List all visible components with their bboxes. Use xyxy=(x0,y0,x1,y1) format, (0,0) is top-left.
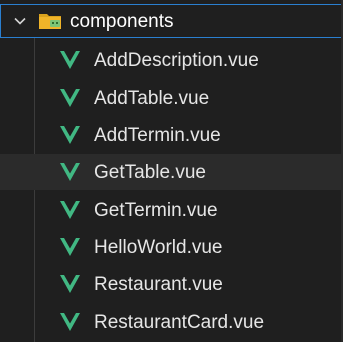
file-label: GetTermin.vue xyxy=(94,199,218,221)
vue-icon xyxy=(60,201,80,219)
vue-icon xyxy=(60,126,80,144)
file-label: RestaurantCard.vue xyxy=(94,311,265,333)
file-item-gettermin[interactable]: GetTermin.vue xyxy=(0,192,343,228)
file-label: GetTable.vue xyxy=(94,161,206,183)
file-item-helloworld[interactable]: HelloWorld.vue xyxy=(0,229,343,265)
file-label: HelloWorld.vue xyxy=(94,236,223,258)
file-item-restaurant[interactable]: Restaurant.vue xyxy=(0,266,343,302)
file-item-gettable[interactable]: GetTable.vue xyxy=(0,154,343,190)
folder-label: components xyxy=(70,10,174,32)
vue-icon xyxy=(60,51,80,69)
vue-icon xyxy=(60,313,80,331)
file-explorer: components AddDescription.vue AddTable.v… xyxy=(0,0,343,342)
file-label: Restaurant.vue xyxy=(94,273,223,295)
file-item-restaurantcard[interactable]: RestaurantCard.vue xyxy=(0,304,343,340)
file-label: AddTable.vue xyxy=(94,87,210,109)
vue-icon xyxy=(60,275,80,293)
vue-icon xyxy=(60,163,80,181)
file-label: AddTermin.vue xyxy=(94,124,221,146)
file-item-adddescription[interactable]: AddDescription.vue xyxy=(0,42,343,78)
vue-icon xyxy=(60,238,80,256)
file-item-addtermin[interactable]: AddTermin.vue xyxy=(0,117,343,153)
folder-components-icon xyxy=(38,11,62,31)
file-label: AddDescription.vue xyxy=(94,49,259,71)
folder-row-components[interactable]: components xyxy=(0,4,343,38)
file-item-addtable[interactable]: AddTable.vue xyxy=(0,80,343,116)
chevron-down-icon[interactable] xyxy=(12,13,28,29)
vue-icon xyxy=(60,89,80,107)
